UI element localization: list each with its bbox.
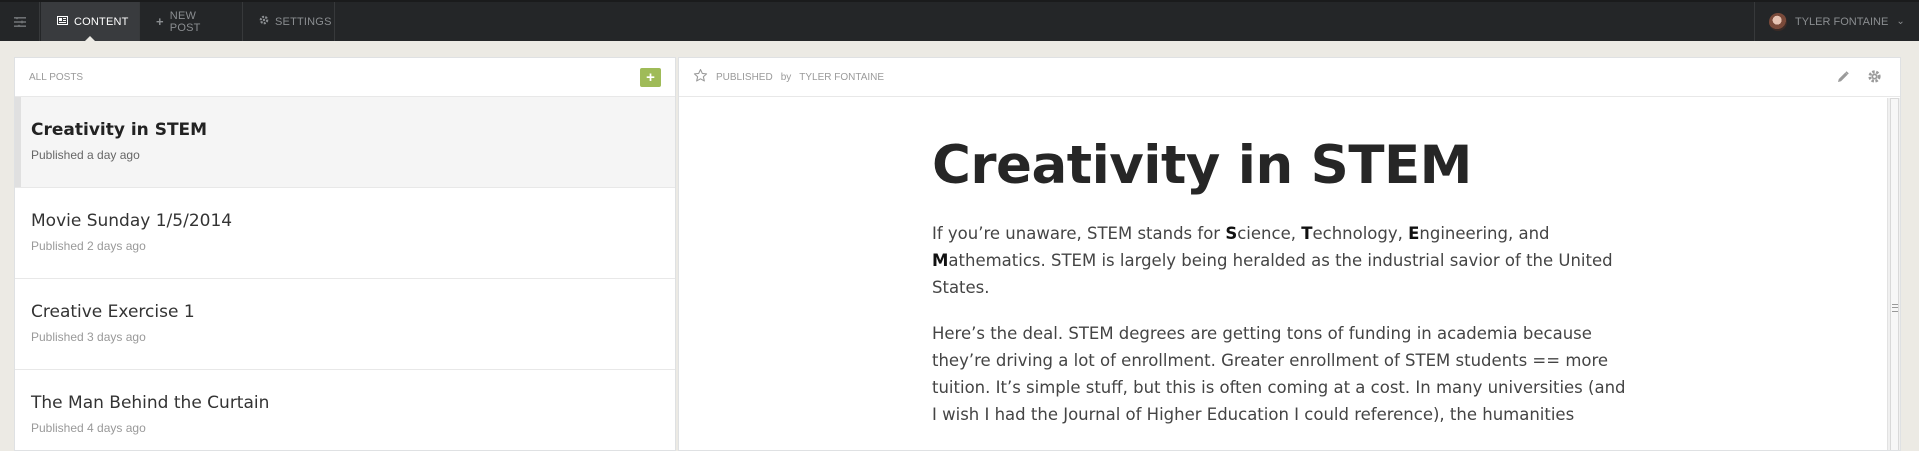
- chevron-down-icon: ⌄: [1896, 16, 1905, 27]
- nav-settings-tab[interactable]: Settings: [243, 2, 335, 41]
- post-meta: Published 2 days ago: [31, 239, 146, 253]
- top-navigation-bar: Content + New Post Settings Tyler Fontai…: [0, 0, 1919, 41]
- post-status: Published: [716, 71, 773, 83]
- post-list-item[interactable]: The Man Behind the Curtain Published 4 d…: [15, 370, 675, 451]
- content-icon: [57, 15, 68, 28]
- post-meta: Published 4 days ago: [31, 421, 146, 435]
- user-menu[interactable]: Tyler Fontaine ⌄: [1754, 2, 1919, 41]
- preview-tools: [1837, 69, 1882, 89]
- by-label: by: [780, 71, 792, 83]
- nav-new-post-label: New Post: [169, 9, 201, 34]
- plus-icon: +: [646, 68, 655, 86]
- nav-content-label: Content: [74, 15, 129, 28]
- post-list-header: All Posts +: [15, 58, 675, 97]
- gear-icon: [259, 15, 269, 28]
- nav-content-tab[interactable]: Content: [41, 2, 140, 41]
- post-preview-panel: Published by Tyler Fontaine Creativity i…: [678, 57, 1901, 451]
- pencil-icon[interactable]: [1837, 70, 1849, 88]
- post-title: Creative Exercise 1: [31, 302, 195, 322]
- post-list-item[interactable]: Creative Exercise 1 Published 3 days ago: [15, 279, 675, 370]
- post-list-title: All Posts: [29, 71, 84, 83]
- gear-icon[interactable]: [1867, 69, 1882, 89]
- plus-icon: +: [156, 14, 164, 29]
- nav-settings-label: Settings: [275, 15, 332, 28]
- avatar: [1769, 12, 1787, 31]
- scroll-thumb[interactable]: [1890, 98, 1899, 450]
- post-title: Creativity in STEM: [31, 120, 208, 140]
- post-list-panel: All Posts + Creativity in STEM Published…: [14, 57, 676, 451]
- scroll-grip-icon: [1892, 304, 1898, 312]
- right-gutter: [1901, 41, 1919, 451]
- preview-header: Published by Tyler Fontaine: [679, 58, 1900, 97]
- post-title: Movie Sunday 1/5/2014: [31, 211, 233, 231]
- article-paragraph: If you’re unaware, STEM stands for Scien…: [932, 224, 1613, 297]
- post-meta: Published a day ago: [31, 148, 140, 162]
- article-preview: Creativity in STEM If you’re unaware, ST…: [932, 136, 1632, 428]
- article-title: Creativity in STEM: [932, 135, 1472, 196]
- post-title: The Man Behind the Curtain: [31, 393, 270, 413]
- preview-scrollbar[interactable]: [1887, 98, 1900, 450]
- post-list-item[interactable]: Creativity in STEM Published a day ago: [15, 97, 675, 188]
- menu-toggle-icon[interactable]: [0, 2, 40, 41]
- add-post-button[interactable]: +: [640, 67, 661, 87]
- star-icon[interactable]: [693, 68, 708, 86]
- nav-new-post-tab[interactable]: + New Post: [140, 2, 243, 41]
- post-meta: Published 3 days ago: [31, 330, 146, 344]
- post-author: Tyler Fontaine: [799, 71, 885, 83]
- post-list-item[interactable]: Movie Sunday 1/5/2014 Published 2 days a…: [15, 188, 675, 279]
- article-paragraph: Here’s the deal. STEM degrees are gettin…: [932, 324, 1626, 424]
- user-name: Tyler Fontaine: [1795, 15, 1889, 28]
